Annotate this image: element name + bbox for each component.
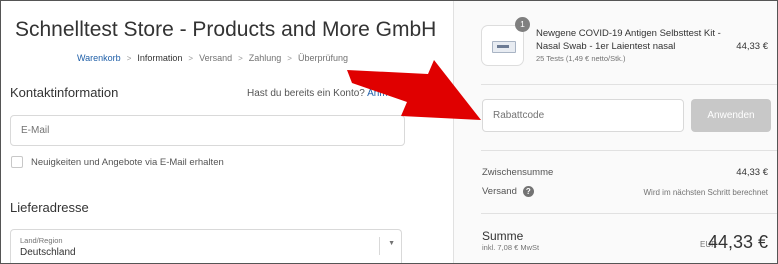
quantity-badge: 1: [515, 17, 530, 32]
login-link[interactable]: Anme: [367, 88, 393, 99]
breadcrumb-shipping: Versand: [199, 53, 233, 63]
divider: [481, 84, 777, 85]
shipping-label: Versand: [482, 186, 517, 197]
product-price: 44,33 €: [736, 41, 768, 52]
email-input[interactable]: [11, 116, 404, 145]
order-summary: 1 Newgene COVID-19 Antigen Selbsttest Ki…: [453, 1, 777, 263]
breadcrumb-cart[interactable]: Warenkorb: [77, 53, 121, 63]
breadcrumb: Warenkorb > Information > Versand > Zahl…: [77, 53, 348, 63]
shipping-row: Versand ?: [482, 186, 534, 197]
country-label: Land/Region: [20, 236, 63, 245]
subtotal-label: Zwischensumme: [482, 167, 554, 178]
product-variant: 25 Tests (1,49 € netto/Stk.): [536, 54, 626, 63]
country-value: Deutschland: [20, 247, 76, 258]
store-title[interactable]: Schnelltest Store - Products and More Gm…: [15, 18, 436, 42]
discount-code-input[interactable]: [483, 100, 683, 131]
discount-code-field[interactable]: [482, 99, 684, 132]
email-field[interactable]: [10, 115, 405, 146]
select-divider: [379, 237, 380, 255]
breadcrumb-information: Information: [137, 53, 183, 63]
newsletter-checkbox[interactable]: [11, 156, 23, 168]
country-select[interactable]: Land/Region Deutschland ▼: [10, 229, 402, 263]
divider: [481, 213, 777, 214]
breadcrumb-chevron-icon: >: [126, 53, 132, 63]
login-prompt: Hast du bereits ein Konto? Anme: [247, 88, 393, 99]
breadcrumb-chevron-icon: >: [287, 53, 292, 63]
login-prompt-text: Hast du bereits ein Konto?: [247, 88, 365, 99]
contact-section-title: Kontaktinformation: [10, 85, 119, 100]
breadcrumb-review: Überprüfung: [297, 53, 349, 63]
breadcrumb-payment: Zahlung: [248, 53, 282, 63]
shipping-section-title: Lieferadresse: [10, 200, 89, 215]
newsletter-label: Neuigkeiten und Angebote via E-Mail erha…: [31, 156, 224, 168]
newsletter-option[interactable]: Neuigkeiten und Angebote via E-Mail erha…: [11, 156, 224, 168]
subtotal-value: 44,33 €: [736, 167, 768, 178]
question-circle-icon[interactable]: ?: [522, 186, 534, 197]
product-box-image: [492, 41, 516, 53]
breadcrumb-chevron-icon: >: [238, 53, 243, 63]
total-label: Summe: [482, 229, 524, 243]
shipping-value: Wird im nächsten Schritt berechnet: [643, 188, 769, 197]
chevron-down-icon[interactable]: ▼: [388, 240, 395, 247]
product-name: Newgene COVID-19 Antigen Selbsttest Kit …: [536, 28, 721, 52]
divider: [481, 150, 777, 151]
checkout-main: Schnelltest Store - Products and More Gm…: [1, 1, 453, 263]
apply-discount-button[interactable]: Anwenden: [691, 99, 771, 132]
breadcrumb-chevron-icon: >: [188, 53, 194, 63]
checkout-window: Schnelltest Store - Products and More Gm…: [0, 0, 778, 264]
total-amount: 44,33 €: [707, 232, 768, 252]
product-thumbnail: [481, 25, 524, 66]
tax-note: inkl. 7,08 € MwSt: [482, 243, 540, 252]
